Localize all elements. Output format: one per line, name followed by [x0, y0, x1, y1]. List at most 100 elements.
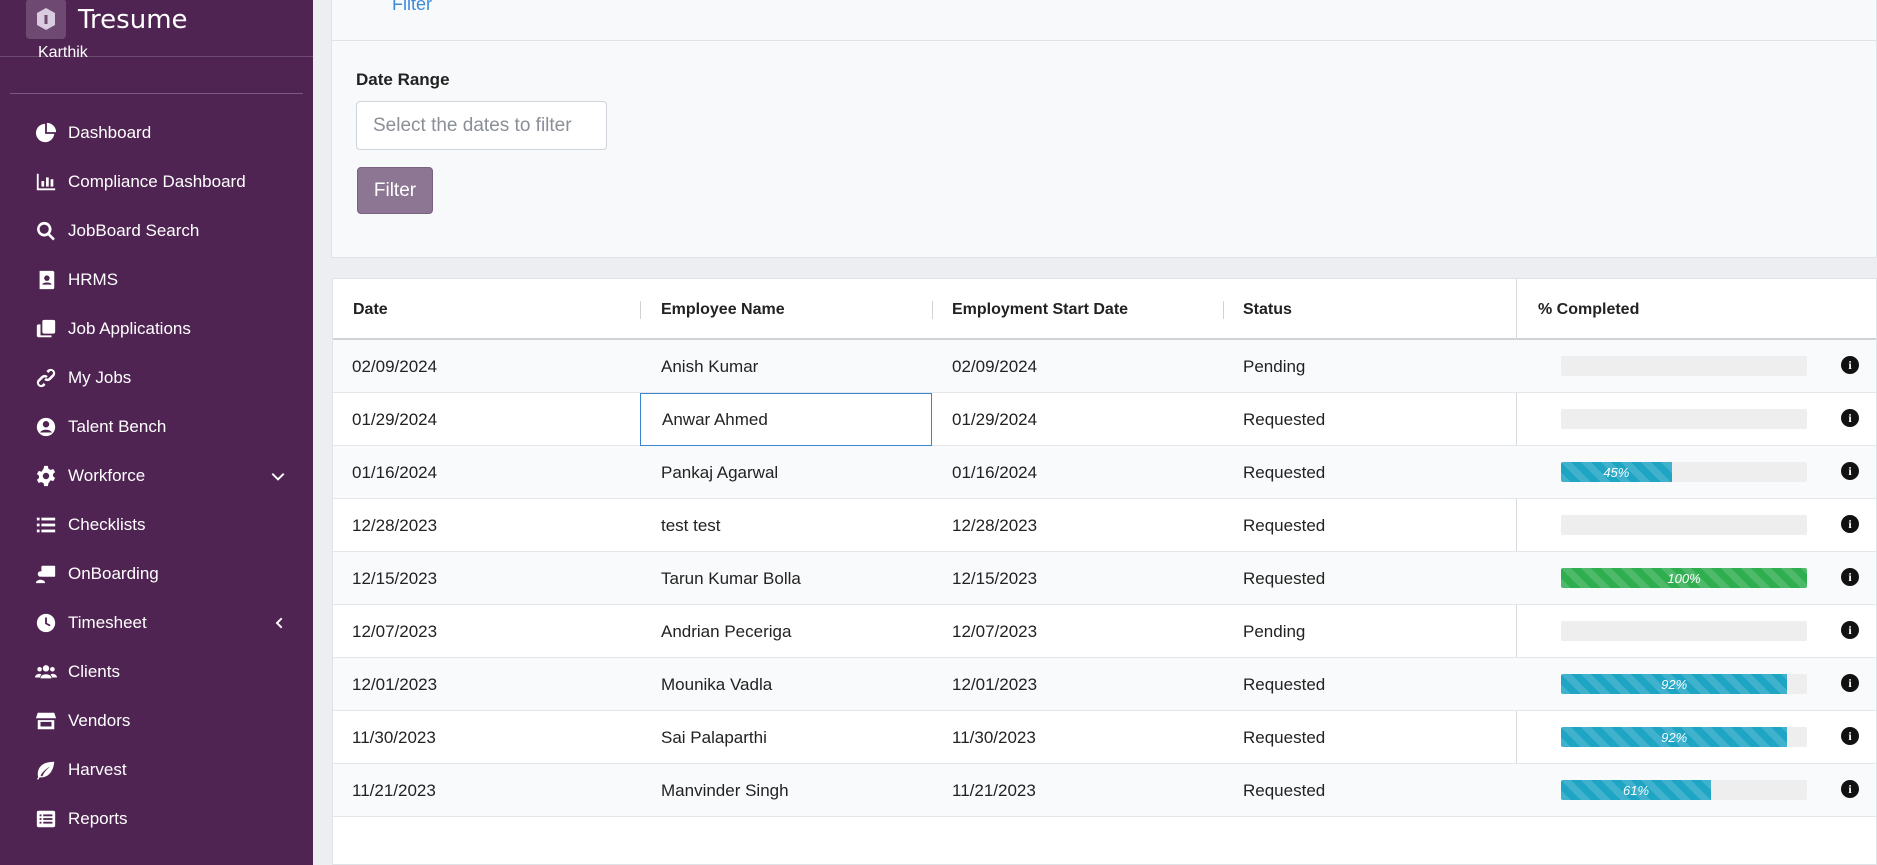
info-icon[interactable]: i: [1841, 674, 1859, 692]
sidebar-item-reports[interactable]: Reports: [0, 794, 313, 843]
cell-employee-name[interactable]: Manvinder Singh: [640, 764, 932, 817]
progress-fill: 92%: [1561, 674, 1788, 694]
table-row[interactable]: 01/16/2024 Pankaj Agarwal 01/16/2024 Reques…: [333, 446, 1876, 499]
cell-start-date: 12/01/2023: [952, 674, 1038, 694]
leaf-icon: [34, 758, 58, 782]
header-completed[interactable]: % Completed: [1538, 279, 1639, 340]
sidebar-item-talent-bench[interactable]: Talent Bench: [0, 402, 313, 451]
progress-bar: 92%: [1561, 727, 1807, 747]
cell-employee-name[interactable]: test test: [640, 499, 932, 552]
link-icon: [34, 366, 58, 390]
filter-divider: [332, 40, 1876, 41]
cell-employee-name[interactable]: Mounika Vadla: [640, 658, 932, 711]
table-row[interactable]: 02/09/2024 Anish Kumar 02/09/2024 Pending i: [333, 340, 1876, 393]
header-status[interactable]: Status: [1243, 279, 1292, 340]
sidebar-item-label: JobBoard Search: [68, 220, 200, 240]
cell-start-date: 12/28/2023: [952, 515, 1038, 535]
cell-employee-name[interactable]: Anish Kumar: [640, 340, 932, 393]
cell-status: Requested: [1243, 780, 1326, 800]
date-range-label: Date Range: [356, 70, 450, 89]
brand-logo-icon[interactable]: [26, 0, 66, 39]
sidebar-divider: [10, 93, 303, 94]
store-icon: [34, 709, 58, 733]
sidebar-item-label: OnBoarding: [68, 563, 159, 583]
info-icon[interactable]: i: [1841, 727, 1859, 745]
sidebar-item-harvest[interactable]: Harvest: [0, 745, 313, 794]
filter-button[interactable]: Filter: [357, 167, 433, 214]
cell-employee-name[interactable]: Sai Palaparthi: [640, 711, 932, 764]
sidebar-item-timesheet[interactable]: Timesheet: [0, 598, 313, 647]
sidebar-item-label: Dashboard: [68, 122, 152, 142]
table-row[interactable]: 11/30/2023 Sai Palaparthi 11/30/2023 Reques…: [333, 711, 1876, 764]
table-row[interactable]: 01/29/2024 Anwar Ahmed 01/29/2024 Requested…: [333, 393, 1876, 446]
sidebar-item-checklists[interactable]: Checklists: [0, 500, 313, 549]
filter-panel: Filter Date Range Filter: [331, 0, 1877, 258]
info-icon[interactable]: i: [1841, 462, 1859, 480]
header-start-date[interactable]: Employment Start Date: [952, 279, 1128, 340]
progress-bar: 100%: [1561, 568, 1807, 588]
cell-status: Pending: [1243, 356, 1306, 376]
progress-bar: [1561, 621, 1807, 641]
table-row[interactable]: 12/28/2023 test test 12/28/2023 Requested i: [333, 499, 1876, 552]
sidebar-item-onboarding[interactable]: OnBoarding: [0, 549, 313, 598]
sidebar-item-label: Clients: [68, 661, 120, 681]
sidebar: Tresume Karthik Dashboard Compliance Dash…: [0, 0, 313, 865]
cell-date: 11/30/2023: [352, 727, 436, 747]
cell-employee-name[interactable]: Anwar Ahmed: [640, 393, 932, 446]
onboarding-icon: [34, 562, 58, 586]
cell-date: 12/15/2023: [352, 568, 438, 588]
sidebar-item-label: Checklists: [68, 514, 146, 534]
cell-date: 01/29/2024: [352, 409, 438, 429]
table-row[interactable]: 12/15/2023 Tarun Kumar Bolla 12/15/2023 Req…: [333, 552, 1876, 605]
list-icon: [34, 513, 58, 537]
sidebar-item-workforce[interactable]: Workforce: [0, 451, 313, 500]
sidebar-item-hrms[interactable]: HRMS: [0, 255, 313, 304]
sidebar-item-label: My Jobs: [68, 367, 132, 387]
sidebar-item-label: HRMS: [68, 269, 119, 289]
sidebar-item-my-jobs[interactable]: My Jobs: [0, 353, 313, 402]
cell-employee-name[interactable]: Tarun Kumar Bolla: [640, 552, 932, 605]
sidebar-item-compliance-dashboard[interactable]: Compliance Dashboard: [0, 157, 313, 206]
header-date[interactable]: Date: [353, 279, 388, 340]
chevron-down-icon[interactable]: [271, 469, 285, 483]
progress-bar: [1561, 409, 1807, 429]
cell-start-date: 12/07/2023: [952, 621, 1038, 641]
cell-date: 02/09/2024: [352, 356, 438, 376]
header-separator: [640, 301, 641, 319]
sidebar-item-vendors[interactable]: Vendors: [0, 696, 313, 745]
sidebar-item-dashboard[interactable]: Dashboard: [0, 108, 313, 157]
info-icon[interactable]: i: [1841, 356, 1859, 374]
progress-fill: 61%: [1561, 780, 1712, 800]
sidebar-item-clients[interactable]: Clients: [0, 647, 313, 696]
users-icon: [34, 660, 58, 684]
header-separator: [932, 301, 933, 319]
info-icon[interactable]: i: [1841, 515, 1859, 533]
sidebar-item-label: Timesheet: [68, 612, 147, 632]
progress-fill: 100%: [1561, 568, 1807, 588]
chevron-left-icon[interactable]: [271, 616, 285, 630]
sidebar-item-job-applications[interactable]: Job Applications: [0, 304, 313, 353]
brand-title: Tresume: [78, 5, 188, 35]
cell-employee-name[interactable]: Andrian Peceriga: [640, 605, 932, 658]
progress-bar: 92%: [1561, 674, 1807, 694]
sidebar-item-label: Workforce: [68, 465, 146, 485]
date-range-input[interactable]: [356, 101, 607, 150]
table-row[interactable]: 12/01/2023 Mounika Vadla 12/01/2023 Request…: [333, 658, 1876, 711]
info-icon[interactable]: i: [1841, 568, 1859, 586]
cell-status: Requested: [1243, 409, 1326, 429]
employee-table: Date Employee Name Employment Start Date…: [332, 278, 1877, 865]
cell-start-date: 02/09/2024: [952, 356, 1038, 376]
progress-bar: 61%: [1561, 780, 1807, 800]
cell-employee-name[interactable]: Pankaj Agarwal: [640, 446, 932, 499]
bar-chart-icon: [34, 170, 58, 194]
header-employee-name[interactable]: Employee Name: [661, 279, 785, 340]
header-separator: [1223, 301, 1224, 319]
table-row[interactable]: 11/21/2023 Manvinder Singh 11/21/2023 Reque…: [333, 764, 1876, 817]
info-icon[interactable]: i: [1841, 409, 1859, 427]
info-icon[interactable]: i: [1841, 621, 1859, 639]
filter-toggle-link[interactable]: Filter: [392, 0, 432, 15]
table-row[interactable]: 12/07/2023 Andrian Peceriga 12/07/2023 Pend…: [333, 605, 1876, 658]
info-icon[interactable]: i: [1841, 780, 1859, 798]
sidebar-item-jobboard-search[interactable]: JobBoard Search: [0, 206, 313, 255]
cell-date: 01/16/2024: [352, 462, 438, 482]
